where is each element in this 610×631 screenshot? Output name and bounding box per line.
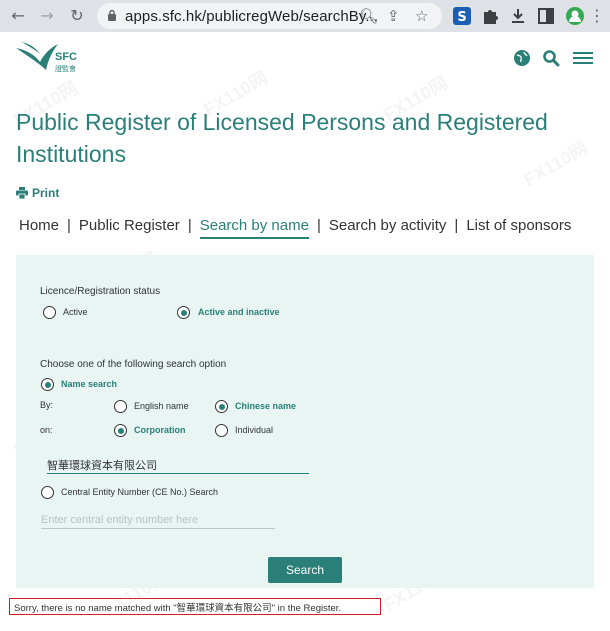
radio-individual-label[interactable]: Individual <box>235 425 273 435</box>
more-menu-icon[interactable]: ⋮ <box>586 5 608 27</box>
tab-list-of-sponsors[interactable]: List of sponsors <box>466 217 571 234</box>
print-label: Print <box>32 186 60 200</box>
radio-individual[interactable] <box>215 424 228 437</box>
radio-active-and-inactive-label[interactable]: Active and inactive <box>198 307 280 317</box>
globe-icon[interactable] <box>513 49 531 67</box>
search-icon[interactable] <box>542 49 560 67</box>
radio-active-and-inactive[interactable] <box>177 306 190 319</box>
radio-chinese-name[interactable] <box>215 400 228 413</box>
tab-home[interactable]: Home <box>19 217 59 234</box>
printer-icon <box>16 187 28 200</box>
tab-separator: | <box>67 217 71 234</box>
extension-s-icon[interactable]: S <box>452 6 472 26</box>
url-text: apps.sfc.hk/publicregWeb/searchBy... <box>125 8 379 25</box>
radio-ce-search[interactable] <box>41 486 54 499</box>
radio-english-name-label[interactable]: English name <box>134 401 189 411</box>
reload-icon[interactable]: ↻ <box>66 5 88 27</box>
download-icon[interactable] <box>508 6 528 26</box>
radio-name-search[interactable] <box>41 378 54 391</box>
logo-text: SFC <box>55 51 77 63</box>
radio-corporation-label[interactable]: Corporation <box>134 425 186 435</box>
tab-separator: | <box>454 217 459 234</box>
back-arrow-icon[interactable]: ← <box>7 5 29 27</box>
bookmark-star-icon[interactable]: ☆ <box>415 7 428 25</box>
puzzle-extensions-icon[interactable] <box>480 6 500 26</box>
radio-ce-search-label[interactable]: Central Entity Number (CE No.) Search <box>61 487 218 497</box>
radio-active-label[interactable]: Active <box>63 307 88 317</box>
tab-public-register[interactable]: Public Register <box>79 217 180 234</box>
page-title: Public Register of Licensed Persons and … <box>16 109 548 167</box>
radio-name-search-label[interactable]: Name search <box>61 379 117 389</box>
tab-separator: | <box>316 217 321 234</box>
radio-chinese-name-label[interactable]: Chinese name <box>235 401 296 411</box>
search-button[interactable]: Search <box>268 557 342 583</box>
radio-corporation[interactable] <box>114 424 127 437</box>
hamburger-menu-icon[interactable] <box>571 49 595 67</box>
by-label: By: <box>40 400 54 410</box>
share-icon[interactable]: ⇪ <box>387 7 400 25</box>
forward-arrow-icon[interactable]: → <box>36 5 58 27</box>
address-bar[interactable]: apps.sfc.hk/publicregWeb/searchBy... 🔍︎ … <box>97 3 442 29</box>
radio-active[interactable] <box>43 306 56 319</box>
tab-search-by-activity[interactable]: Search by activity <box>329 217 447 234</box>
logo-subtext: 證監會 <box>55 66 76 73</box>
side-panel-icon[interactable] <box>536 6 556 26</box>
page-tabs: Home | Public Register | Search by name | Sear… <box>19 217 571 239</box>
tab-search-by-name[interactable]: Search by name <box>199 217 309 239</box>
on-label: on: <box>40 425 53 435</box>
error-message-text: Sorry, there is no name matched with "智華… <box>14 603 342 614</box>
status-label: Licence/Registration status <box>40 286 161 297</box>
zoom-icon[interactable]: 🔍︎ <box>359 7 378 25</box>
ce-number-input[interactable]: Enter central entity number here <box>41 514 275 529</box>
browser-toolbar: ← → ↻ apps.sfc.hk/publicregWeb/searchBy.… <box>0 0 610 32</box>
profile-avatar-icon[interactable] <box>565 6 585 26</box>
radio-english-name[interactable] <box>114 400 127 413</box>
tab-separator: | <box>187 217 192 234</box>
search-option-label: Choose one of the following search optio… <box>40 359 227 370</box>
name-search-input[interactable]: 智華環球資本有限公司 <box>47 457 309 474</box>
search-panel <box>16 255 594 588</box>
svg-text:S: S <box>457 10 466 25</box>
lock-icon <box>108 9 116 21</box>
print-link[interactable]: Print <box>16 186 59 200</box>
